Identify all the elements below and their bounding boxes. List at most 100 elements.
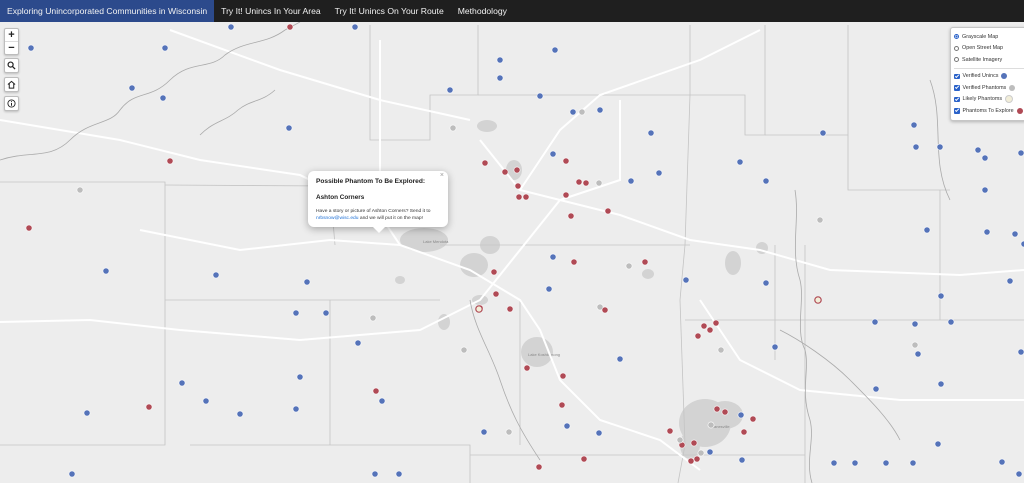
verified-uninc-marker[interactable] [227,23,235,31]
verified-phantom-marker[interactable] [595,179,603,187]
verified-uninc-marker[interactable] [292,309,300,317]
verified-phantom-marker[interactable] [625,262,633,270]
verified-uninc-marker[interactable] [771,343,779,351]
verified-uninc-marker[interactable] [923,226,931,234]
phantom-to-explore-marker[interactable] [694,332,702,340]
phantom-to-explore-marker[interactable] [666,427,674,435]
phantom-to-explore-marker[interactable] [501,168,509,176]
nav-item-methodology[interactable]: Methodology [451,0,514,22]
phantom-to-explore-marker[interactable] [166,157,174,165]
verified-uninc-marker[interactable] [178,379,186,387]
phantom-to-explore-marker[interactable] [492,290,500,298]
phantom-to-explore-marker[interactable] [514,182,522,190]
verified-uninc-marker[interactable] [296,373,304,381]
verified-uninc-marker[interactable] [819,129,827,137]
phantom-to-explore-marker[interactable] [522,193,530,201]
phantom-to-explore-marker[interactable] [580,455,588,463]
verified-uninc-marker[interactable] [736,158,744,166]
phantom-to-explore-marker[interactable] [641,258,649,266]
verified-uninc-marker[interactable] [480,428,488,436]
verified-uninc-marker[interactable] [549,150,557,158]
popup-email-link[interactable]: nrbsnow@wisc.edu [316,216,358,221]
phantom-to-explore-marker[interactable] [690,439,698,447]
phantom-to-explore-marker[interactable] [706,326,714,334]
verified-uninc-marker[interactable] [872,385,880,393]
verified-uninc-marker[interactable] [322,309,330,317]
verified-uninc-marker[interactable] [871,318,879,326]
verified-uninc-marker[interactable] [738,456,746,464]
phantom-to-explore-marker[interactable] [506,305,514,313]
phantom-to-explore-marker[interactable] [562,157,570,165]
verified-phantom-marker[interactable] [505,428,513,436]
verified-uninc-marker[interactable] [395,470,403,478]
verified-uninc-marker[interactable] [655,169,663,177]
verified-uninc-marker[interactable] [202,397,210,405]
verified-uninc-marker[interactable] [371,470,379,478]
phantom-to-explore-marker[interactable] [567,212,575,220]
phantom-to-explore-marker[interactable] [286,23,294,31]
verified-uninc-marker[interactable] [161,44,169,52]
verified-uninc-marker[interactable] [981,186,989,194]
verified-phantom-marker[interactable] [76,186,84,194]
verified-uninc-marker[interactable] [937,380,945,388]
verified-uninc-marker[interactable] [1011,230,1019,238]
verified-uninc-marker[interactable] [934,440,942,448]
verified-uninc-marker[interactable] [536,92,544,100]
verified-uninc-marker[interactable] [647,129,655,137]
verified-uninc-marker[interactable] [981,154,989,162]
verified-uninc-marker[interactable] [212,271,220,279]
verified-uninc-marker[interactable] [1017,348,1024,356]
phantom-to-explore-marker[interactable] [693,455,701,463]
basemap-option-grayscale[interactable]: Grayscale Map [954,31,1024,43]
phantom-to-explore-marker[interactable] [558,401,566,409]
verified-uninc-marker[interactable] [937,292,945,300]
verified-uninc-marker[interactable] [1015,470,1023,478]
verified-phantom-marker[interactable] [911,341,919,349]
community-points-layer[interactable] [0,22,1024,483]
phantom-to-explore-marker[interactable] [515,193,523,201]
verified-uninc-marker[interactable] [354,339,362,347]
phantom-to-explore-marker[interactable] [712,319,720,327]
phantom-to-explore-marker[interactable] [749,415,757,423]
verified-uninc-marker[interactable] [914,350,922,358]
phantom-to-explore-marker[interactable] [582,179,590,187]
likely-phantom-marker[interactable] [814,296,822,304]
verified-uninc-marker[interactable] [128,84,136,92]
basemap-option-satellite[interactable]: Satellite Imagery [954,54,1024,66]
phantom-to-explore-marker[interactable] [145,403,153,411]
verified-uninc-marker[interactable] [378,397,386,405]
verified-uninc-marker[interactable] [68,470,76,478]
verified-uninc-marker[interactable] [983,228,991,236]
zoom-out-button[interactable]: − [5,41,18,54]
verified-uninc-marker[interactable] [882,459,890,467]
phantom-to-explore-marker[interactable] [570,258,578,266]
verified-uninc-marker[interactable] [596,106,604,114]
phantom-to-explore-marker[interactable] [713,405,721,413]
search-button[interactable] [4,58,19,73]
verified-uninc-marker[interactable] [285,124,293,132]
nav-item-in-your-area[interactable]: Try It! Unincs In Your Area [214,0,328,22]
verified-phantom-marker[interactable] [717,346,725,354]
verified-uninc-marker[interactable] [595,429,603,437]
phantom-to-explore-marker[interactable] [490,268,498,276]
phantom-to-explore-marker[interactable] [604,207,612,215]
phantom-to-explore-marker[interactable] [481,159,489,167]
verified-uninc-marker[interactable] [912,143,920,151]
verified-uninc-marker[interactable] [1006,277,1014,285]
verified-uninc-marker[interactable] [549,253,557,261]
likely-phantom-marker[interactable] [475,305,483,313]
verified-phantom-marker[interactable] [676,436,684,444]
verified-uninc-marker[interactable] [27,44,35,52]
phantom-to-explore-marker[interactable] [601,306,609,314]
verified-uninc-marker[interactable] [563,422,571,430]
verified-uninc-marker[interactable] [737,411,745,419]
verified-uninc-marker[interactable] [446,86,454,94]
verified-phantom-marker[interactable] [369,314,377,322]
verified-uninc-marker[interactable] [830,459,838,467]
verified-uninc-marker[interactable] [545,285,553,293]
verified-uninc-marker[interactable] [83,409,91,417]
verified-phantom-marker[interactable] [816,216,824,224]
verified-uninc-marker[interactable] [496,56,504,64]
phantom-to-explore-marker[interactable] [700,322,708,330]
phantom-to-explore-marker[interactable] [575,178,583,186]
